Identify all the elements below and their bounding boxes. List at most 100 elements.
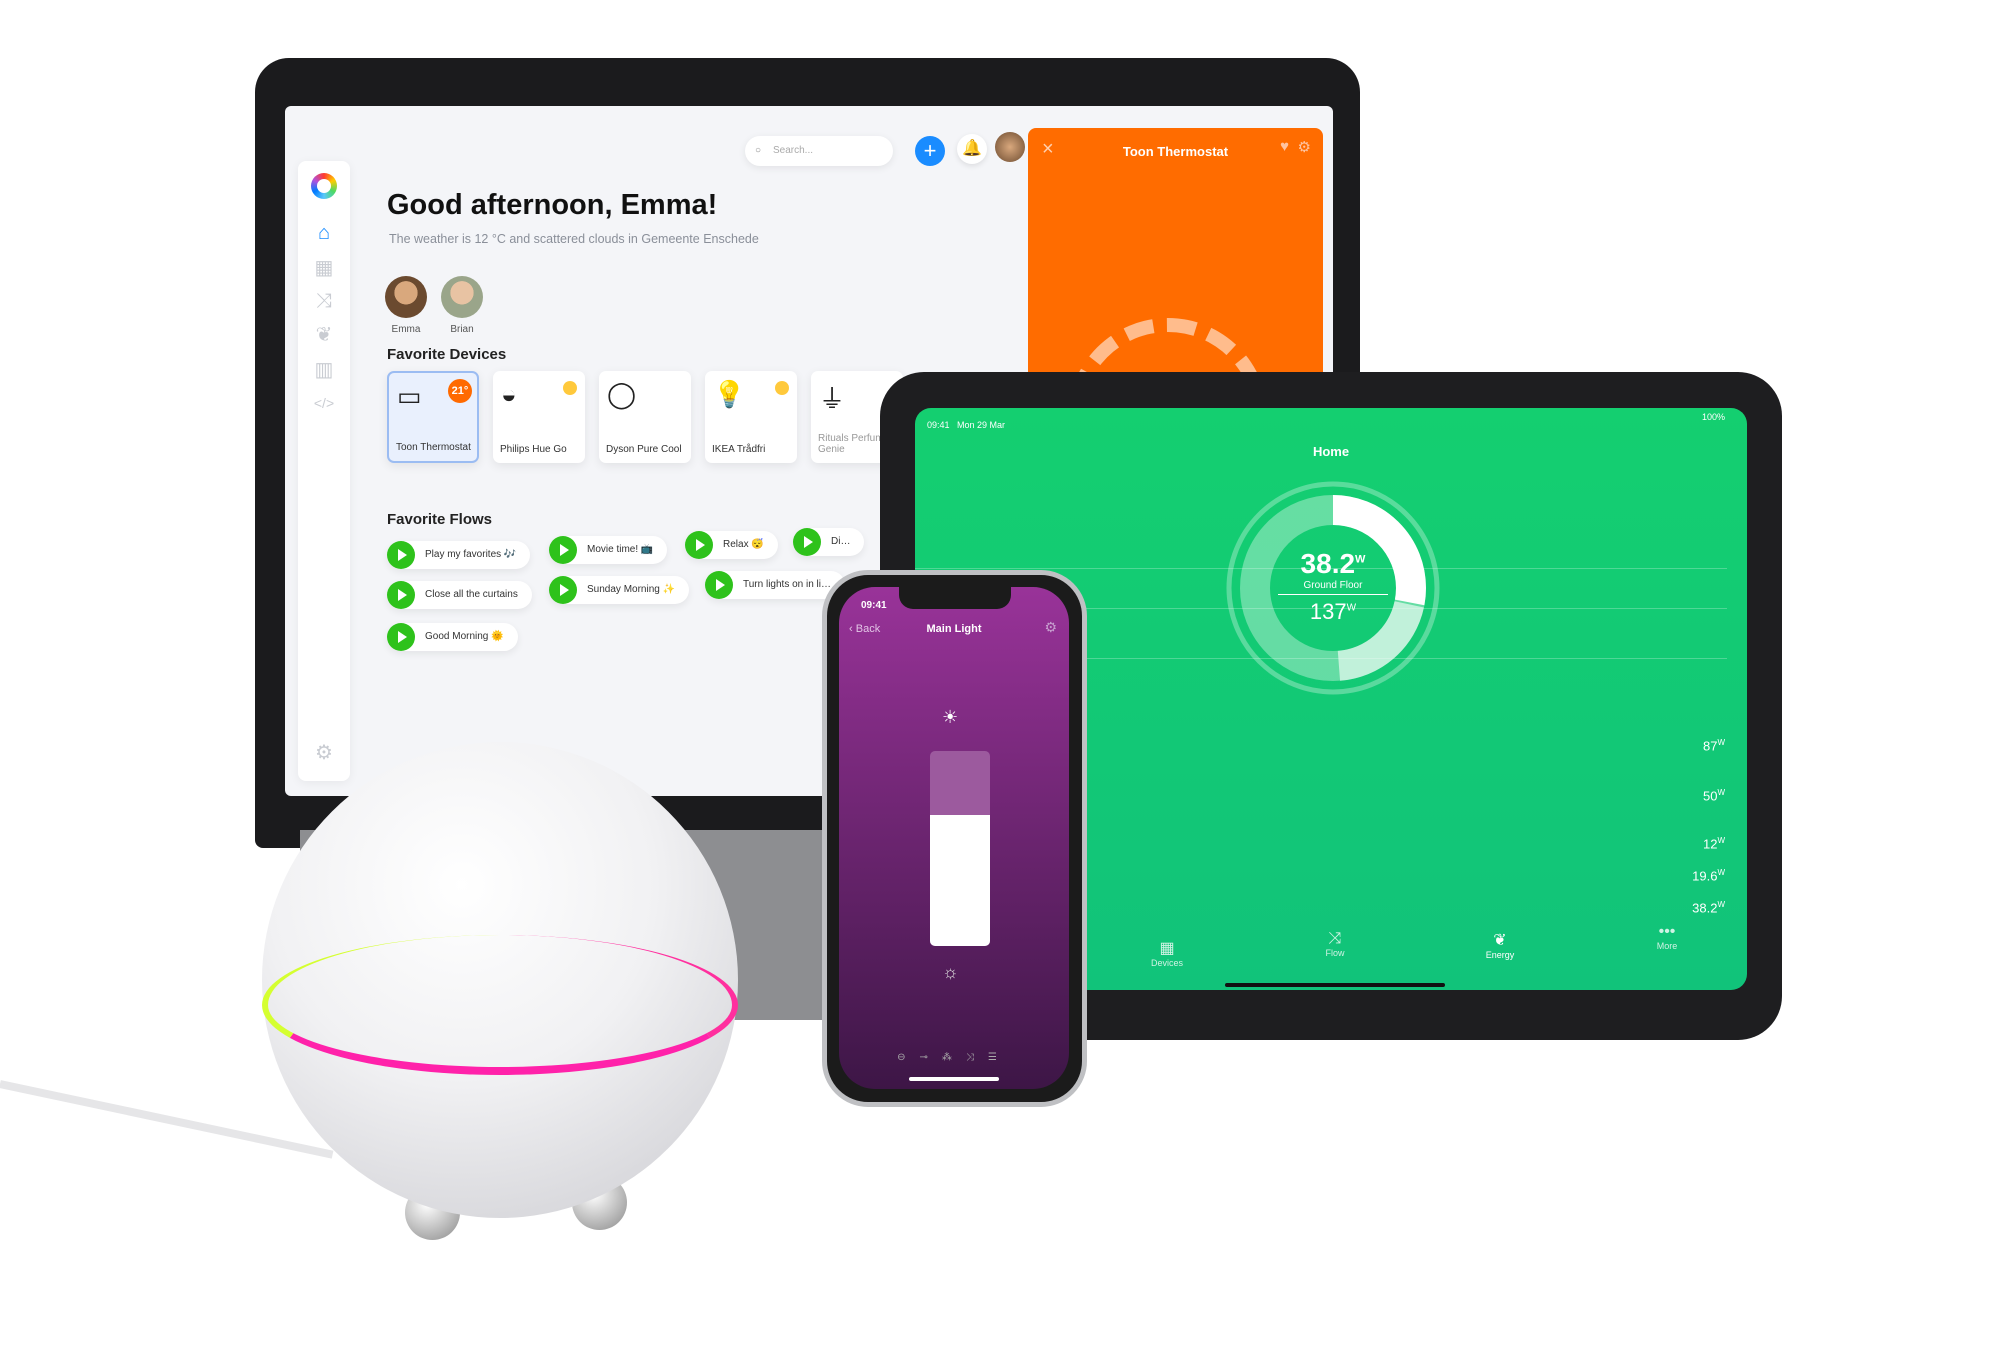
flow-label: Turn lights on in li…: [743, 579, 831, 590]
user-brian[interactable]: Brian: [437, 276, 487, 335]
flow-button[interactable]: Close all the curtains: [387, 581, 532, 609]
user-name: Brian: [450, 324, 474, 335]
diffuser-icon: ⏚: [819, 384, 846, 414]
flow-button[interactable]: Good Morning 🌞: [387, 623, 518, 651]
homey-logo: [311, 173, 337, 199]
play-icon: [387, 623, 415, 651]
battery-status: 100%: [1701, 412, 1725, 422]
leaf-icon: ❦: [1493, 932, 1507, 949]
brightness-fill: [930, 815, 990, 946]
play-icon: [549, 576, 577, 604]
home-icon[interactable]: ⌂: [312, 221, 336, 245]
home-indicator: [909, 1077, 999, 1081]
avatar: [385, 276, 427, 318]
weather-text: The weather is 12 °C and scattered cloud…: [389, 232, 759, 246]
flow-label: Relax 😴: [723, 539, 764, 550]
brightness-slider[interactable]: [930, 751, 990, 946]
sidebar: ⌂ ▦ ⤨ ❦ ▥ </> ⚙: [298, 161, 350, 781]
status-time: 09:41: [861, 600, 887, 611]
flow-label: Close all the curtains: [425, 589, 518, 600]
panel-title: Toon Thermostat: [1122, 144, 1229, 159]
device-card[interactable]: 💡 IKEA Trådfri: [705, 371, 797, 463]
total-power: 137: [1309, 599, 1347, 624]
mode-icons[interactable]: ⊖⊸⁂⤨☰: [839, 1052, 1069, 1063]
device-name: IKEA Trådfri: [712, 444, 766, 455]
user-name: Emma: [391, 324, 421, 335]
tab-energy[interactable]: ❦ Energy: [1470, 930, 1530, 960]
flow-button[interactable]: Di…: [793, 528, 865, 556]
light-screen: 09:41 ‹ Back Main Light ⚙ ☀ ☼ ⊖⊸⁂⤨☰: [839, 587, 1069, 1089]
phone: 09:41 ‹ Back Main Light ⚙ ☀ ☼ ⊖⊸⁂⤨☰: [822, 570, 1087, 1107]
code-icon[interactable]: </>: [312, 391, 336, 415]
leaf-icon[interactable]: ❦: [312, 323, 336, 347]
sun-dim-icon: ☼: [942, 962, 959, 982]
flow-label: Good Morning 🌞: [425, 631, 504, 642]
sun-bright-icon: ☀: [942, 707, 959, 727]
bell-icon[interactable]: 🔔: [957, 134, 987, 164]
gear-icon[interactable]: ⚙: [312, 741, 336, 765]
shuffle-icon[interactable]: ⤨: [312, 289, 336, 313]
zone-label: Ground Floor: [1278, 580, 1388, 595]
status-time: 09:41: [927, 420, 950, 430]
gear-icon[interactable]: ⚙: [1044, 619, 1057, 636]
status-date: Mon 29 Mar: [957, 420, 1006, 430]
flow-button[interactable]: Sunday Morning ✨: [549, 576, 690, 604]
tab-flow[interactable]: ⤨ Flow: [1305, 930, 1365, 958]
power-row-value: 38.2W: [1692, 900, 1725, 916]
grid-icon[interactable]: ▦: [312, 256, 336, 280]
gear-icon[interactable]: ⚙: [1298, 138, 1311, 156]
device-card[interactable]: ▭ 21° Toon Thermostat: [387, 371, 479, 463]
flow-button[interactable]: Play my favorites 🎶: [387, 541, 531, 569]
flow-label: Movie time! 📺: [587, 544, 654, 555]
favorite-devices-title: Favorite Devices: [387, 346, 507, 363]
tab-devices[interactable]: ▦ Devices: [1137, 938, 1197, 968]
lamp-icon: ◒: [501, 379, 517, 409]
power-row-value: 87W: [1702, 738, 1725, 754]
device-card[interactable]: ◯ Dyson Pure Cool: [599, 371, 691, 463]
power-row-value: 50W: [1702, 788, 1725, 804]
power-row-value: 12W: [1702, 836, 1725, 852]
play-icon: [793, 528, 821, 556]
device-name: Toon Thermostat: [396, 442, 471, 453]
add-button[interactable]: +: [915, 136, 945, 166]
flow-label: Play my favorites 🎶: [425, 549, 517, 560]
greeting: Good afternoon, Emma!: [387, 189, 718, 221]
heart-icon[interactable]: ♥: [1280, 138, 1289, 155]
search-placeholder: Search...: [773, 145, 814, 156]
bar-chart-icon[interactable]: ▥: [312, 358, 336, 382]
tab-more[interactable]: ••• More: [1637, 923, 1697, 951]
device-card[interactable]: ◒ Philips Hue Go: [493, 371, 585, 463]
device-name: Philips Hue Go: [500, 444, 567, 455]
favorite-flows-title: Favorite Flows: [387, 511, 493, 528]
flow-button[interactable]: Movie time! 📺: [549, 536, 668, 564]
play-icon: [685, 531, 713, 559]
grid-icon: ▦: [1159, 940, 1175, 957]
page-title: Main Light: [926, 623, 982, 635]
play-icon: [387, 581, 415, 609]
flow-button[interactable]: Turn lights on in li…: [705, 571, 845, 599]
bulb-icon: 💡: [713, 379, 746, 409]
search-input[interactable]: ○ Search...: [745, 136, 893, 166]
avatar[interactable]: [995, 132, 1025, 162]
energy-summary: 38.2W Ground Floor 137W: [1223, 548, 1443, 625]
home-indicator: [1225, 983, 1445, 987]
flow-label: Sunday Morning ✨: [587, 584, 676, 595]
page-title: Home: [1312, 444, 1350, 459]
avatar: [441, 276, 483, 318]
power-cable: [0, 1080, 334, 1159]
on-indicator: [563, 381, 577, 395]
device-name: Dyson Pure Cool: [606, 444, 682, 455]
on-indicator: [775, 381, 789, 395]
divider: [915, 568, 1727, 569]
shuffle-icon: ⤨: [1328, 930, 1342, 947]
play-icon: [705, 571, 733, 599]
power-row-value: 19.6W: [1692, 868, 1725, 884]
temperature-badge: 21°: [448, 379, 472, 403]
play-icon: [387, 541, 415, 569]
led-ring: [262, 935, 738, 1075]
user-emma[interactable]: Emma: [381, 276, 431, 335]
notch: [899, 587, 1011, 609]
unit: W: [1355, 553, 1366, 566]
flow-button[interactable]: Relax 😴: [685, 531, 778, 559]
thermostat-icon: ▭: [397, 381, 422, 411]
